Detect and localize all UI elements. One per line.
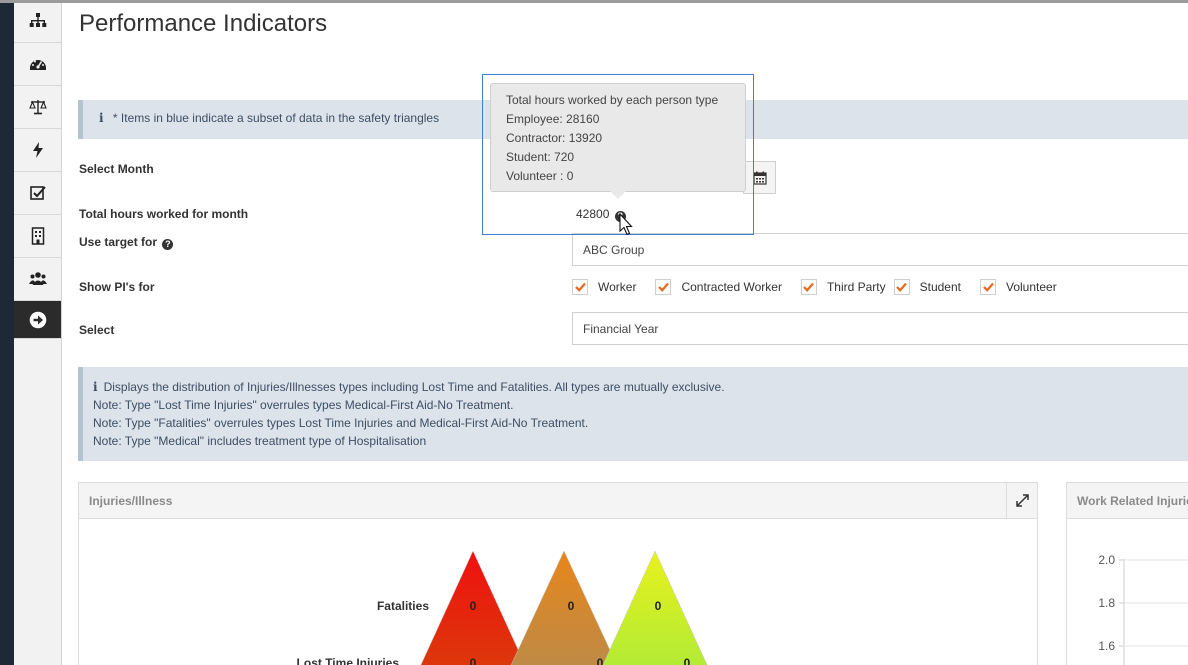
checkbox-box[interactable] xyxy=(655,279,672,295)
question-icon[interactable]: ? xyxy=(162,239,174,250)
window-top-border xyxy=(0,0,1188,3)
checkbox-worker[interactable]: Worker xyxy=(572,279,636,295)
use-target-label: Use target for ? xyxy=(79,235,174,250)
sidebar-nav xyxy=(14,0,62,665)
safety-triangles-chart: Fatalities Lost Time Injuries 0 0 0 0 0 … xyxy=(297,550,708,665)
row-label-lost-time: Lost Time Injuries xyxy=(297,656,400,665)
info-line: i Displays the distribution of Injuries/I… xyxy=(93,378,1188,396)
triangle-3-lost-time-value: 0 xyxy=(684,656,691,665)
users-icon xyxy=(28,272,47,285)
checkbox-volunteer[interactable]: Volunteer xyxy=(980,279,1057,295)
panel-header: Work Related Injuries xyxy=(1067,483,1188,519)
sidebar-item-compliance[interactable] xyxy=(14,86,61,129)
checkmark-icon xyxy=(574,282,586,292)
checkbox-label: Volunteer xyxy=(1006,280,1057,294)
sidebar-item-hazards[interactable] xyxy=(14,129,61,172)
main-content: Performance Indicators i * Items in blue… xyxy=(62,0,1188,665)
expand-button[interactable] xyxy=(1006,483,1037,518)
use-target-select[interactable]: ABC Group xyxy=(572,233,1188,266)
period-select[interactable]: Financial Year xyxy=(572,312,1188,345)
panel-title: Work Related Injuries xyxy=(1077,494,1188,508)
person-type-checkboxes: Worker Contracted Worker Third Party Stu… xyxy=(572,279,1076,295)
tooltip-line: Employee: 28160 xyxy=(506,112,600,126)
hours-breakdown-tooltip: Total hours worked by each person type E… xyxy=(490,83,746,192)
tooltip-title: Total hours worked by each person type xyxy=(506,93,719,107)
checkbox-icon xyxy=(29,186,46,200)
expand-icon xyxy=(1015,494,1029,507)
checkbox-label: Student xyxy=(919,280,961,294)
building-icon xyxy=(31,227,44,245)
dashboard-icon xyxy=(29,60,46,70)
left-rail xyxy=(0,0,14,665)
info-icon: i xyxy=(93,380,98,394)
sidebar-item-tasks[interactable] xyxy=(14,172,61,215)
checkbox-box[interactable] xyxy=(572,279,588,295)
work-injuries-chart: 2.0 1.8 1.6 xyxy=(1098,553,1188,665)
mouse-pointer-icon xyxy=(619,213,633,236)
triangle-3-fatalities-value: 0 xyxy=(655,599,662,613)
tooltip-line: Contractor: 13920 xyxy=(506,131,603,145)
info-icon: i xyxy=(99,111,104,125)
calendar-icon xyxy=(752,171,767,185)
info-line: Note: Type "Fatalities" overrules types … xyxy=(93,416,589,430)
checkmark-icon xyxy=(658,282,669,292)
use-target-label-text: Use target for xyxy=(79,235,158,249)
checkmark-icon xyxy=(896,282,907,292)
select-month-label: Select Month xyxy=(79,162,154,176)
checkbox-box[interactable] xyxy=(893,279,910,295)
tooltip-line: Student: 720 xyxy=(506,150,575,164)
checkbox-contracted-worker[interactable]: Contracted Worker xyxy=(655,279,782,295)
checkbox-box[interactable] xyxy=(980,279,996,295)
sidebar-item-next[interactable] xyxy=(14,301,61,339)
sidebar-item-documents[interactable] xyxy=(14,215,61,258)
y-tick-label: 1.6 xyxy=(1098,639,1115,653)
lightning-icon xyxy=(32,142,43,158)
triangle-1-fatalities-value: 0 xyxy=(470,599,477,613)
tooltip-arrow xyxy=(610,191,626,199)
work-related-injuries-panel: Work Related Injuries 2.0 1.8 1.6 xyxy=(1066,482,1188,665)
info-line-text: Displays the distribution of Injuries/Il… xyxy=(103,380,725,394)
row-label-fatalities: Fatalities xyxy=(377,599,429,613)
sidebar-item-hierarchy[interactable] xyxy=(14,0,61,43)
arrow-right-circle-icon xyxy=(29,311,46,328)
checkbox-third-party[interactable]: Third Party xyxy=(800,279,886,295)
info-banner-distribution: i Displays the distribution of Injuries/I… xyxy=(78,367,1188,461)
sidebar-item-dashboard[interactable] xyxy=(14,43,61,86)
checkbox-label: Third Party xyxy=(826,280,886,294)
checkbox-box[interactable] xyxy=(800,279,817,295)
triangle-2-lost-time-value: 0 xyxy=(597,656,604,665)
triangle-2-fatalities-value: 0 xyxy=(568,599,575,613)
info-line: Note: Type "Medical" includes treatment … xyxy=(93,434,427,448)
triangle-2 xyxy=(510,550,618,665)
total-hours-label: Total hours worked for month xyxy=(79,207,249,221)
org-chart-icon xyxy=(29,13,46,27)
panel-title: Injuries/Illness xyxy=(89,494,173,508)
checkmark-icon xyxy=(982,282,994,292)
tooltip-line: Volunteer : 0 xyxy=(506,169,574,183)
select-label: Select xyxy=(79,323,115,337)
sidebar-item-people[interactable] xyxy=(14,258,61,301)
page-title: Performance Indicators xyxy=(79,10,328,37)
checkbox-label: Contracted Worker xyxy=(681,280,782,294)
y-tick-label: 2.0 xyxy=(1098,553,1115,567)
injuries-illness-panel: Injuries/Illness Fatalities Lost Time In… xyxy=(78,482,1038,665)
checkbox-student[interactable]: Student xyxy=(893,279,961,295)
info-banner-text: * Items in blue indicate a subset of dat… xyxy=(112,111,440,125)
scales-icon xyxy=(28,100,47,115)
checkbox-label: Worker xyxy=(598,280,637,294)
triangle-1-lost-time-value: 0 xyxy=(470,656,477,665)
checkmark-icon xyxy=(803,282,815,292)
info-line: Note: Type "Lost Time Injuries" overrule… xyxy=(93,398,514,412)
show-pis-label: Show PI's for xyxy=(79,280,155,294)
panel-header: Injuries/Illness xyxy=(79,483,1037,519)
y-tick-label: 1.8 xyxy=(1098,596,1115,610)
